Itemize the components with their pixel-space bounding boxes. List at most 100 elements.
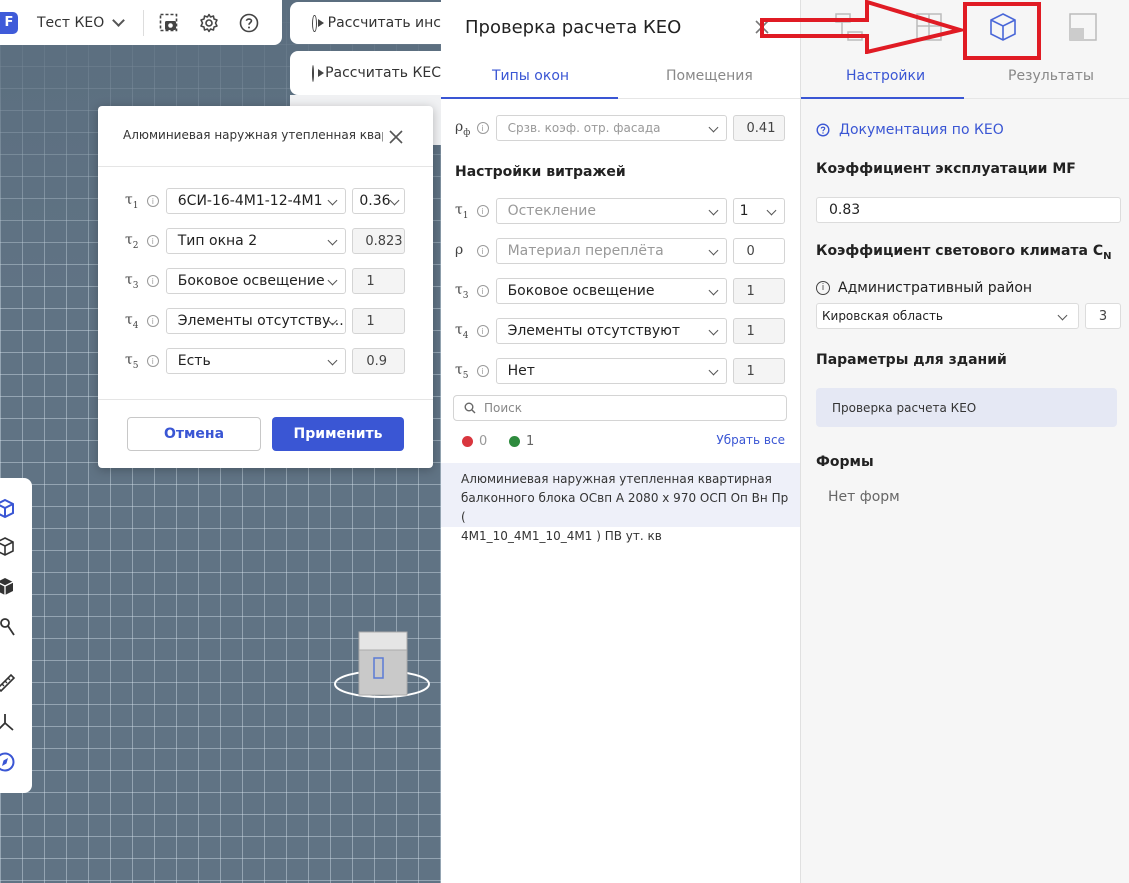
list-item-line: 4М1_10_4М1_10_4М1 ) ПВ ут. кв bbox=[461, 529, 662, 543]
window-3d-object[interactable] bbox=[333, 630, 431, 702]
chevron-down-icon[interactable] bbox=[112, 13, 126, 27]
project-name[interactable]: Тест КЕО bbox=[37, 15, 104, 31]
elements-select[interactable]: Элементы отсутству... bbox=[165, 308, 347, 334]
chevron-down-icon bbox=[708, 325, 718, 336]
sunprotection-select[interactable]: Нет bbox=[495, 358, 727, 384]
stained-row-rho: ρ i Материал переплёта 0 bbox=[455, 238, 785, 264]
cancel-button[interactable]: Отмена bbox=[127, 417, 261, 451]
annotation-arrow bbox=[760, 0, 967, 54]
errors-counter[interactable]: 0 bbox=[462, 434, 487, 449]
facade-coef-select[interactable]: Срзв. коэф. отр. фасада bbox=[495, 115, 727, 141]
compass-icon[interactable] bbox=[0, 751, 16, 773]
lighting-select[interactable]: Боковое освещение bbox=[495, 278, 727, 304]
keo-docs-label: Документация по КЕО bbox=[839, 122, 1004, 138]
info-icon[interactable]: i bbox=[146, 315, 159, 327]
param-symbol: τ3 bbox=[125, 271, 139, 291]
gear-icon[interactable] bbox=[198, 12, 220, 34]
glazing-select[interactable]: Остекление bbox=[495, 198, 727, 224]
cube-outline-icon[interactable] bbox=[0, 536, 16, 558]
lighting-value: 1 bbox=[732, 278, 785, 304]
side-toolbar bbox=[0, 478, 32, 793]
window-type-select[interactable]: Тип окна 2 bbox=[165, 228, 347, 254]
elements-value: 1 bbox=[732, 318, 785, 344]
error-icon bbox=[462, 436, 473, 447]
info-icon[interactable]: i bbox=[476, 325, 489, 337]
stained-row-tau4: τ4 i Элементы отсутствуют 1 bbox=[455, 318, 785, 344]
tau1-value-select[interactable]: 0.36 bbox=[352, 188, 405, 214]
info-icon[interactable]: i bbox=[146, 195, 159, 207]
building-card[interactable]: Проверка расчета КЕО bbox=[816, 388, 1117, 427]
stained-row-tau3: τ3 i Боковое освещение 1 bbox=[455, 278, 785, 304]
close-icon[interactable] bbox=[389, 130, 403, 144]
dialog-row-tau2: τ2 i Тип окна 2 0.823 bbox=[125, 228, 405, 254]
tab-window-types[interactable]: Типы окон bbox=[492, 68, 569, 84]
stained-row-tau1: τ1 i Остекление 1 bbox=[455, 198, 785, 224]
district-select[interactable]: Кировская область bbox=[816, 303, 1079, 329]
ok-counter[interactable]: 1 bbox=[509, 434, 534, 449]
cube-solid-icon[interactable] bbox=[0, 576, 16, 598]
elements-select[interactable]: Элементы отсутствуют bbox=[495, 318, 727, 344]
info-icon[interactable]: i bbox=[816, 281, 830, 295]
tab-rooms[interactable]: Помещения bbox=[666, 68, 753, 84]
chevron-down-icon bbox=[327, 195, 338, 206]
app-logo[interactable]: F bbox=[0, 11, 18, 34]
facade-row: ρф i Срзв. коэф. отр. фасада 0.41 bbox=[455, 115, 785, 141]
tab-settings[interactable]: Настройки bbox=[846, 68, 925, 84]
info-icon[interactable]: i bbox=[146, 275, 159, 287]
info-icon[interactable]: i bbox=[476, 122, 489, 134]
cube-select-icon[interactable] bbox=[0, 498, 16, 520]
glazing-select[interactable]: 6СИ-16-4М1-12-4М1 bbox=[165, 188, 347, 214]
info-icon[interactable]: i bbox=[476, 245, 489, 257]
keo-docs-link[interactable]: Документация по КЕО bbox=[816, 122, 1004, 138]
info-icon[interactable]: i bbox=[476, 285, 489, 297]
axes-icon[interactable] bbox=[0, 711, 16, 733]
search-input[interactable]: Поиск bbox=[453, 395, 787, 421]
search-icon bbox=[464, 402, 476, 414]
param-symbol: τ4 bbox=[455, 321, 469, 341]
help-icon[interactable] bbox=[238, 12, 260, 34]
report-icon[interactable] bbox=[1067, 12, 1099, 42]
info-icon[interactable]: i bbox=[476, 205, 489, 217]
keo-check-panel: Проверка расчета КЕО Типы окон Помещения… bbox=[441, 0, 800, 883]
param-symbol: τ1 bbox=[455, 201, 469, 221]
frame-material-select[interactable]: Материал переплёта bbox=[495, 238, 727, 264]
sunprotection-value: 1 bbox=[732, 358, 785, 384]
chevron-down-icon bbox=[708, 245, 718, 256]
toolbar-divider bbox=[143, 9, 145, 36]
calc-keo-button[interactable]: Рассчитать КЕС bbox=[290, 51, 441, 95]
climate-coef-title: Коэффициент светового климата CN bbox=[816, 243, 1112, 262]
person-icon[interactable] bbox=[0, 616, 16, 638]
district-coef-value: 3 bbox=[1085, 303, 1121, 329]
info-icon[interactable]: i bbox=[146, 355, 159, 367]
tau2-value: 0.823 bbox=[352, 228, 405, 254]
tau5-value: 0.9 bbox=[352, 348, 405, 374]
dialog-title: Алюминиевая наружная утепленная квар... bbox=[123, 128, 383, 142]
window-params-dialog: Алюминиевая наружная утепленная квар... … bbox=[98, 106, 433, 468]
list-item-line: балконного блока ОСвп А 2080 х 970 ОСП О… bbox=[461, 491, 789, 524]
tau4-value: 1 bbox=[352, 308, 405, 334]
stained-glass-settings-title: Настройки витражей bbox=[455, 164, 626, 180]
frame-material-value[interactable]: 0 bbox=[732, 238, 785, 264]
param-symbol: τ1 bbox=[125, 191, 139, 211]
param-symbol: ρф bbox=[455, 118, 471, 138]
clear-all-link[interactable]: Убрать все bbox=[716, 433, 785, 447]
glazing-value-select[interactable]: 1 bbox=[732, 198, 785, 224]
param-symbol: τ5 bbox=[455, 361, 469, 381]
district-label: i Административный район bbox=[816, 280, 1032, 296]
ruler-icon[interactable] bbox=[0, 671, 16, 693]
lighting-select[interactable]: Боковое освещение bbox=[165, 268, 347, 294]
check-icon bbox=[509, 436, 520, 447]
apply-button[interactable]: Применить bbox=[272, 417, 404, 451]
sunprotection-select[interactable]: Есть bbox=[165, 348, 347, 374]
calc-insolation-button[interactable]: Рассчитать инс bbox=[290, 2, 441, 44]
screenshot-icon[interactable] bbox=[158, 12, 180, 34]
info-icon[interactable]: i bbox=[476, 365, 489, 377]
tab-results[interactable]: Результаты bbox=[1008, 68, 1094, 84]
chevron-down-icon bbox=[708, 205, 719, 216]
info-icon[interactable]: i bbox=[146, 235, 159, 247]
mf-input[interactable]: 0.83 bbox=[816, 197, 1121, 223]
tau3-value: 1 bbox=[352, 268, 405, 294]
forms-empty-text: Нет форм bbox=[828, 489, 900, 505]
dialog-row-tau3: τ3 i Боковое освещение 1 bbox=[125, 268, 405, 294]
window-type-list-item[interactable]: Алюминиевая наружная утепленная квартирн… bbox=[441, 463, 800, 543]
